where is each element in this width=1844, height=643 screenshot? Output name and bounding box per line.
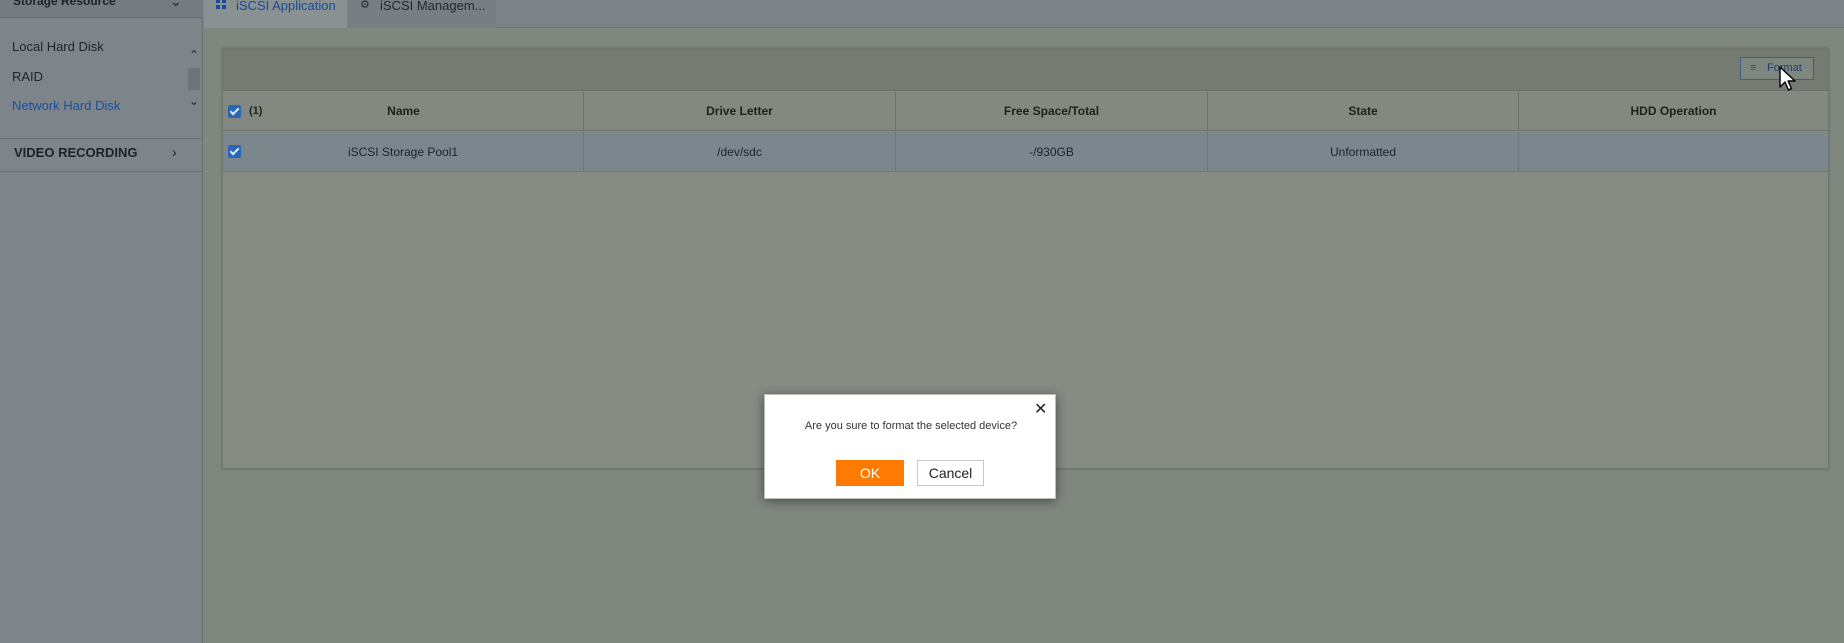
- header-hdd-operation: HDD Operation: [1630, 104, 1717, 118]
- header-state: State: [1208, 92, 1519, 131]
- header-drive-letter: Drive Letter: [584, 92, 896, 131]
- toolbar: ≡ Format: [223, 49, 1828, 91]
- sidebar-item-local-hard-disk[interactable]: Local Hard Disk: [12, 39, 104, 54]
- mouse-cursor-icon: [1779, 66, 1796, 91]
- sidebar-scrollbar[interactable]: ⌃ ⌄: [187, 48, 201, 110]
- close-icon[interactable]: ✕: [1034, 399, 1047, 419]
- sidebar-divider: [0, 171, 203, 172]
- scroll-up-icon[interactable]: ⌃: [187, 48, 201, 62]
- gear-icon: ⚙: [360, 0, 370, 11]
- cell-drive-letter: /dev/sdc: [584, 132, 896, 172]
- header-free-space-total: Free Space/Total: [896, 92, 1208, 131]
- sidebar-item-raid[interactable]: RAID: [12, 69, 43, 84]
- table-row[interactable]: iSCSI Storage Pool1 /dev/sdc -/930GB Unf…: [223, 132, 1828, 172]
- cell-hdd-operation: [1519, 132, 1828, 172]
- ok-button[interactable]: OK: [836, 460, 904, 486]
- cancel-button[interactable]: Cancel: [917, 460, 984, 486]
- tab-iscsi-management[interactable]: ⚙ iSCSI Managem...: [348, 0, 496, 28]
- header-name: Name: [387, 104, 420, 118]
- tab-iscsi-application[interactable]: iSCSI Application: [204, 0, 347, 28]
- storage-resource-title: Storage Resource: [13, 0, 116, 8]
- video-recording-header[interactable]: VIDEO RECORDING ›: [0, 140, 203, 170]
- tab-label: iSCSI Application: [236, 0, 336, 13]
- scroll-down-icon[interactable]: ⌄: [187, 94, 201, 108]
- format-icon: ≡: [1750, 62, 1757, 74]
- cell-free-space: -/930GB: [896, 132, 1208, 172]
- cell-name: iSCSI Storage Pool1: [223, 132, 584, 172]
- cell-state: Unformatted: [1208, 132, 1519, 172]
- tab-label: iSCSI Managem...: [380, 0, 486, 13]
- format-button[interactable]: ≡ Format: [1740, 57, 1814, 80]
- grid-icon: [216, 0, 228, 11]
- sidebar: Storage Resource ⌄ Local Hard Disk RAID …: [0, 0, 203, 643]
- scrollbar-thumb[interactable]: [188, 68, 200, 90]
- video-recording-title: VIDEO RECORDING: [14, 145, 138, 160]
- storage-resource-header[interactable]: Storage Resource ⌄: [0, 0, 203, 18]
- sidebar-item-network-hard-disk[interactable]: Network Hard Disk: [12, 98, 120, 113]
- chevron-down-icon: ⌄: [170, 0, 182, 9]
- dialog-message: Are you sure to format the selected devi…: [804, 420, 1018, 432]
- format-confirm-dialog: ✕ Are you sure to format the selected de…: [764, 394, 1056, 499]
- tab-bar: iSCSI Application ⚙ iSCSI Managem...: [204, 0, 1844, 28]
- chevron-right-icon: ›: [172, 144, 177, 160]
- table-header: (1) Name Drive Letter Free Space/Total S…: [223, 92, 1828, 131]
- sidebar-divider: [0, 138, 203, 139]
